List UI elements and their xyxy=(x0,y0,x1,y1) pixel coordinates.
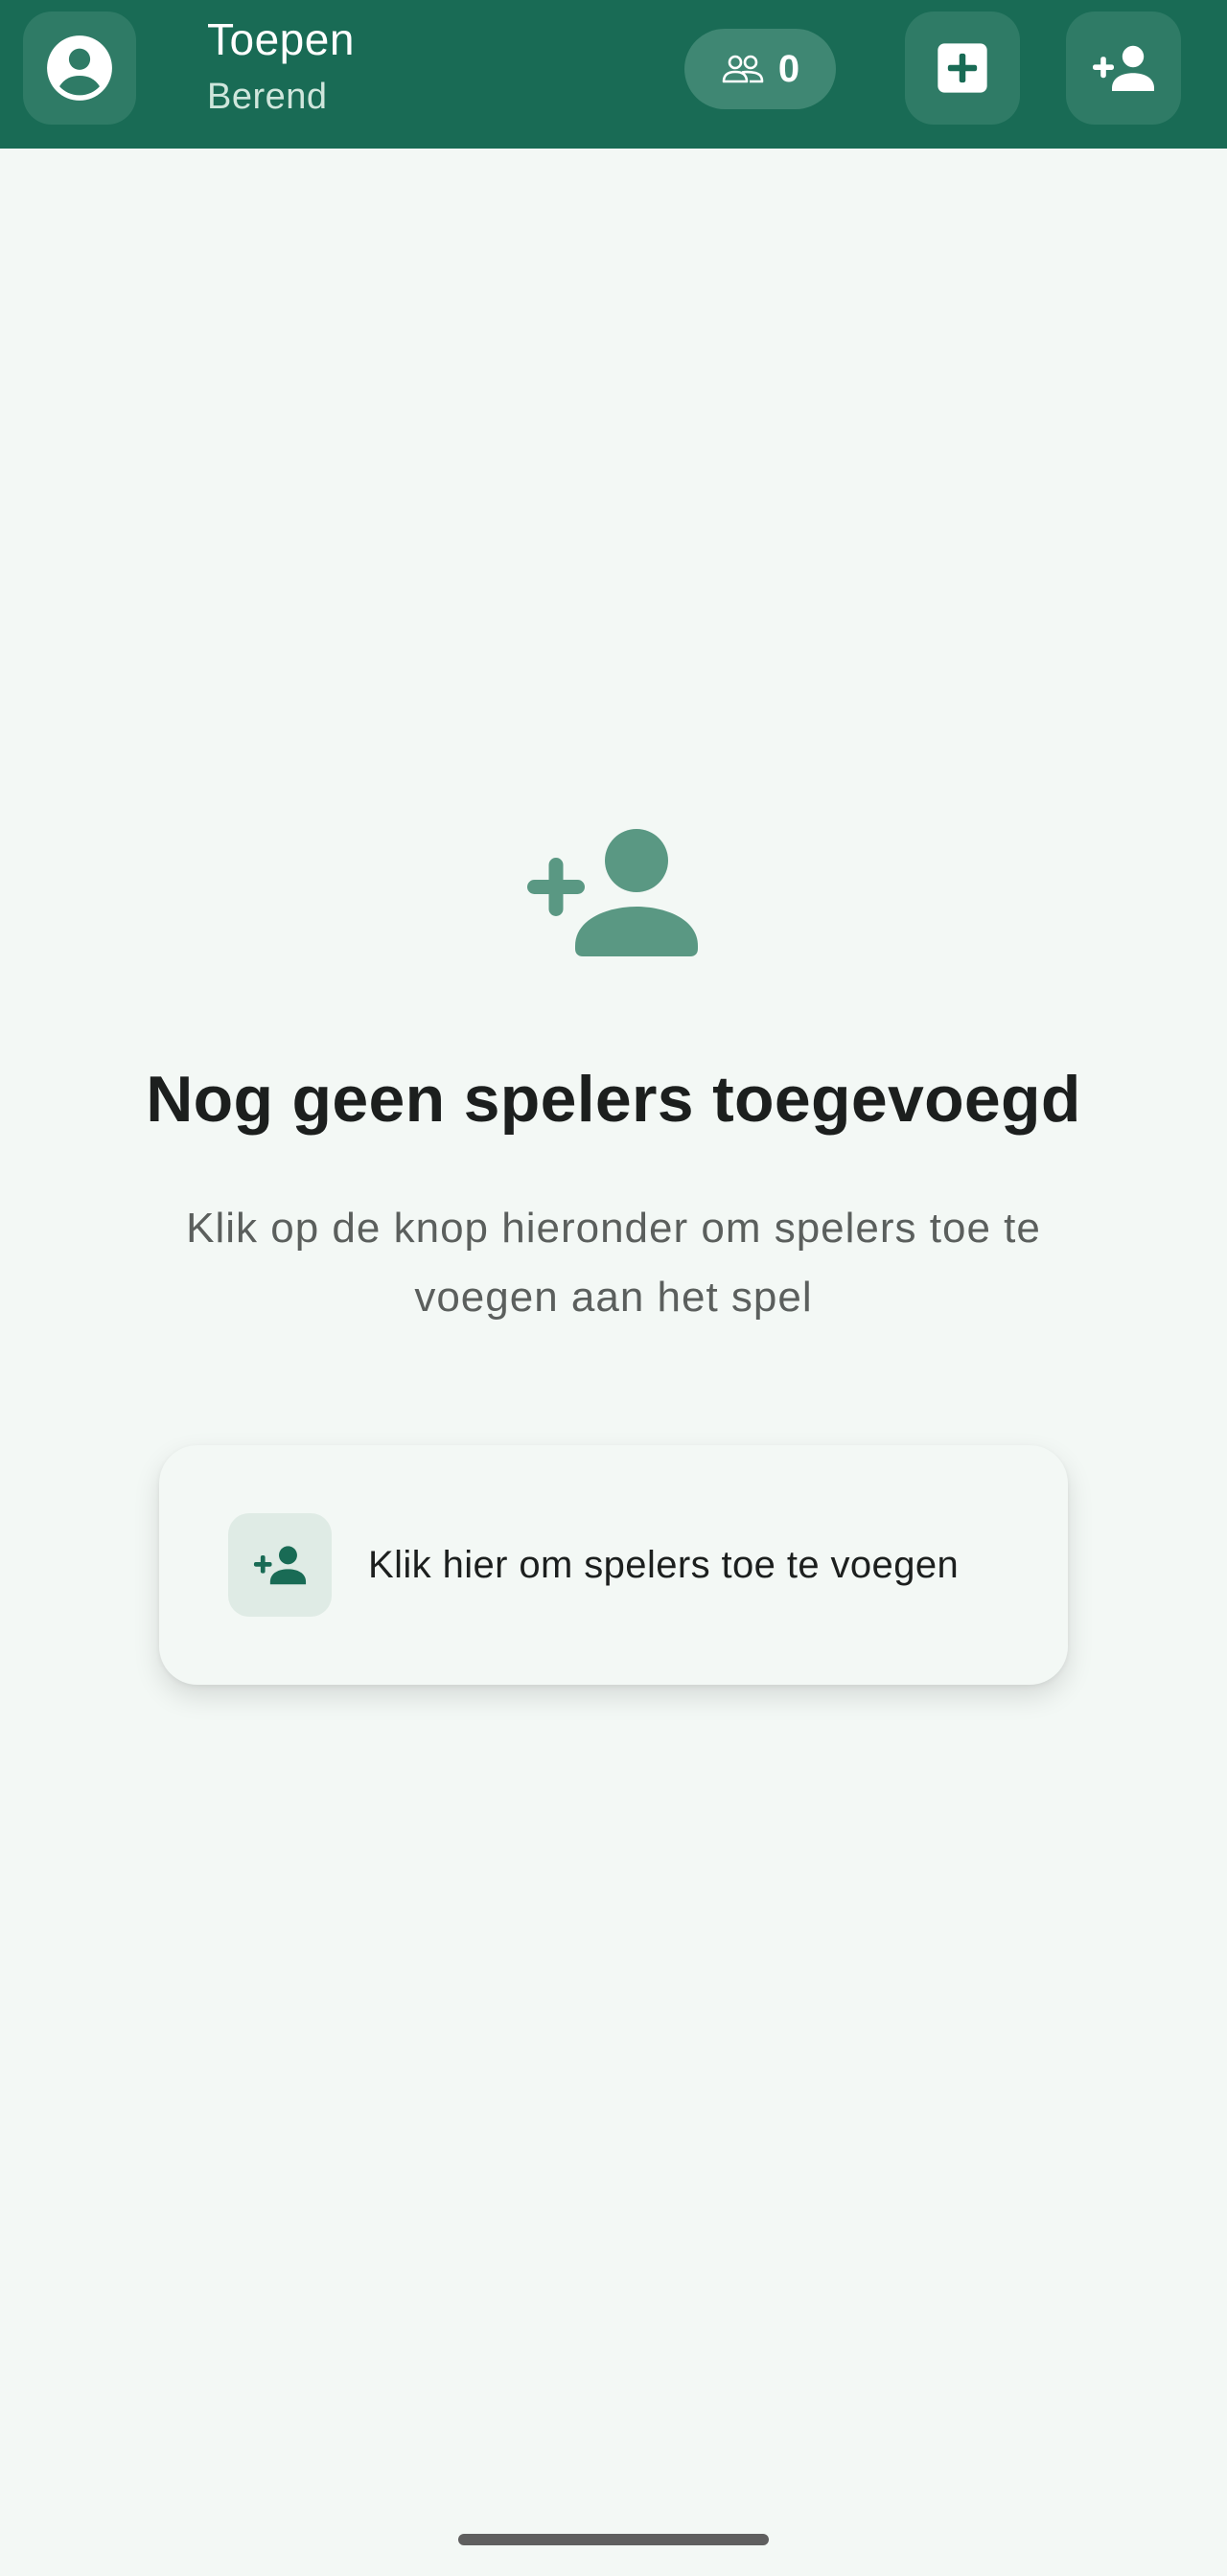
player-count-value: 0 xyxy=(777,47,800,90)
app-screen: Toepen Berend 0 Nog geen spelers toegevo… xyxy=(0,0,1227,2576)
add-card-label: Klik hier om spelers toe te voegen xyxy=(368,1543,960,1586)
add-card-icon-container xyxy=(228,1513,332,1617)
home-indicator[interactable] xyxy=(458,2534,769,2545)
add-box-icon xyxy=(938,43,987,93)
empty-state-person-add-icon xyxy=(525,826,700,963)
player-count-chip[interactable]: 0 xyxy=(684,29,836,109)
new-game-button[interactable] xyxy=(905,12,1020,125)
account-circle-icon xyxy=(47,35,112,101)
profile-button[interactable] xyxy=(23,12,136,125)
empty-state-title: Nog geen spelers toegevoegd xyxy=(146,1063,1081,1136)
person-add-icon xyxy=(253,1546,307,1585)
add-players-card[interactable]: Klik hier om spelers toe te voegen xyxy=(159,1445,1068,1685)
group-icon xyxy=(722,55,764,83)
app-bar: Toepen Berend 0 xyxy=(0,0,1227,149)
app-subtitle: Berend xyxy=(207,77,328,117)
app-title: Toepen xyxy=(207,14,355,64)
person-add-icon xyxy=(527,829,698,956)
add-player-button[interactable] xyxy=(1066,12,1181,125)
title-block: Toepen Berend xyxy=(207,13,355,121)
empty-state-description: Klik op de knop hieronder om spelers toe… xyxy=(186,1205,1041,1321)
person-add-icon xyxy=(1093,45,1154,91)
